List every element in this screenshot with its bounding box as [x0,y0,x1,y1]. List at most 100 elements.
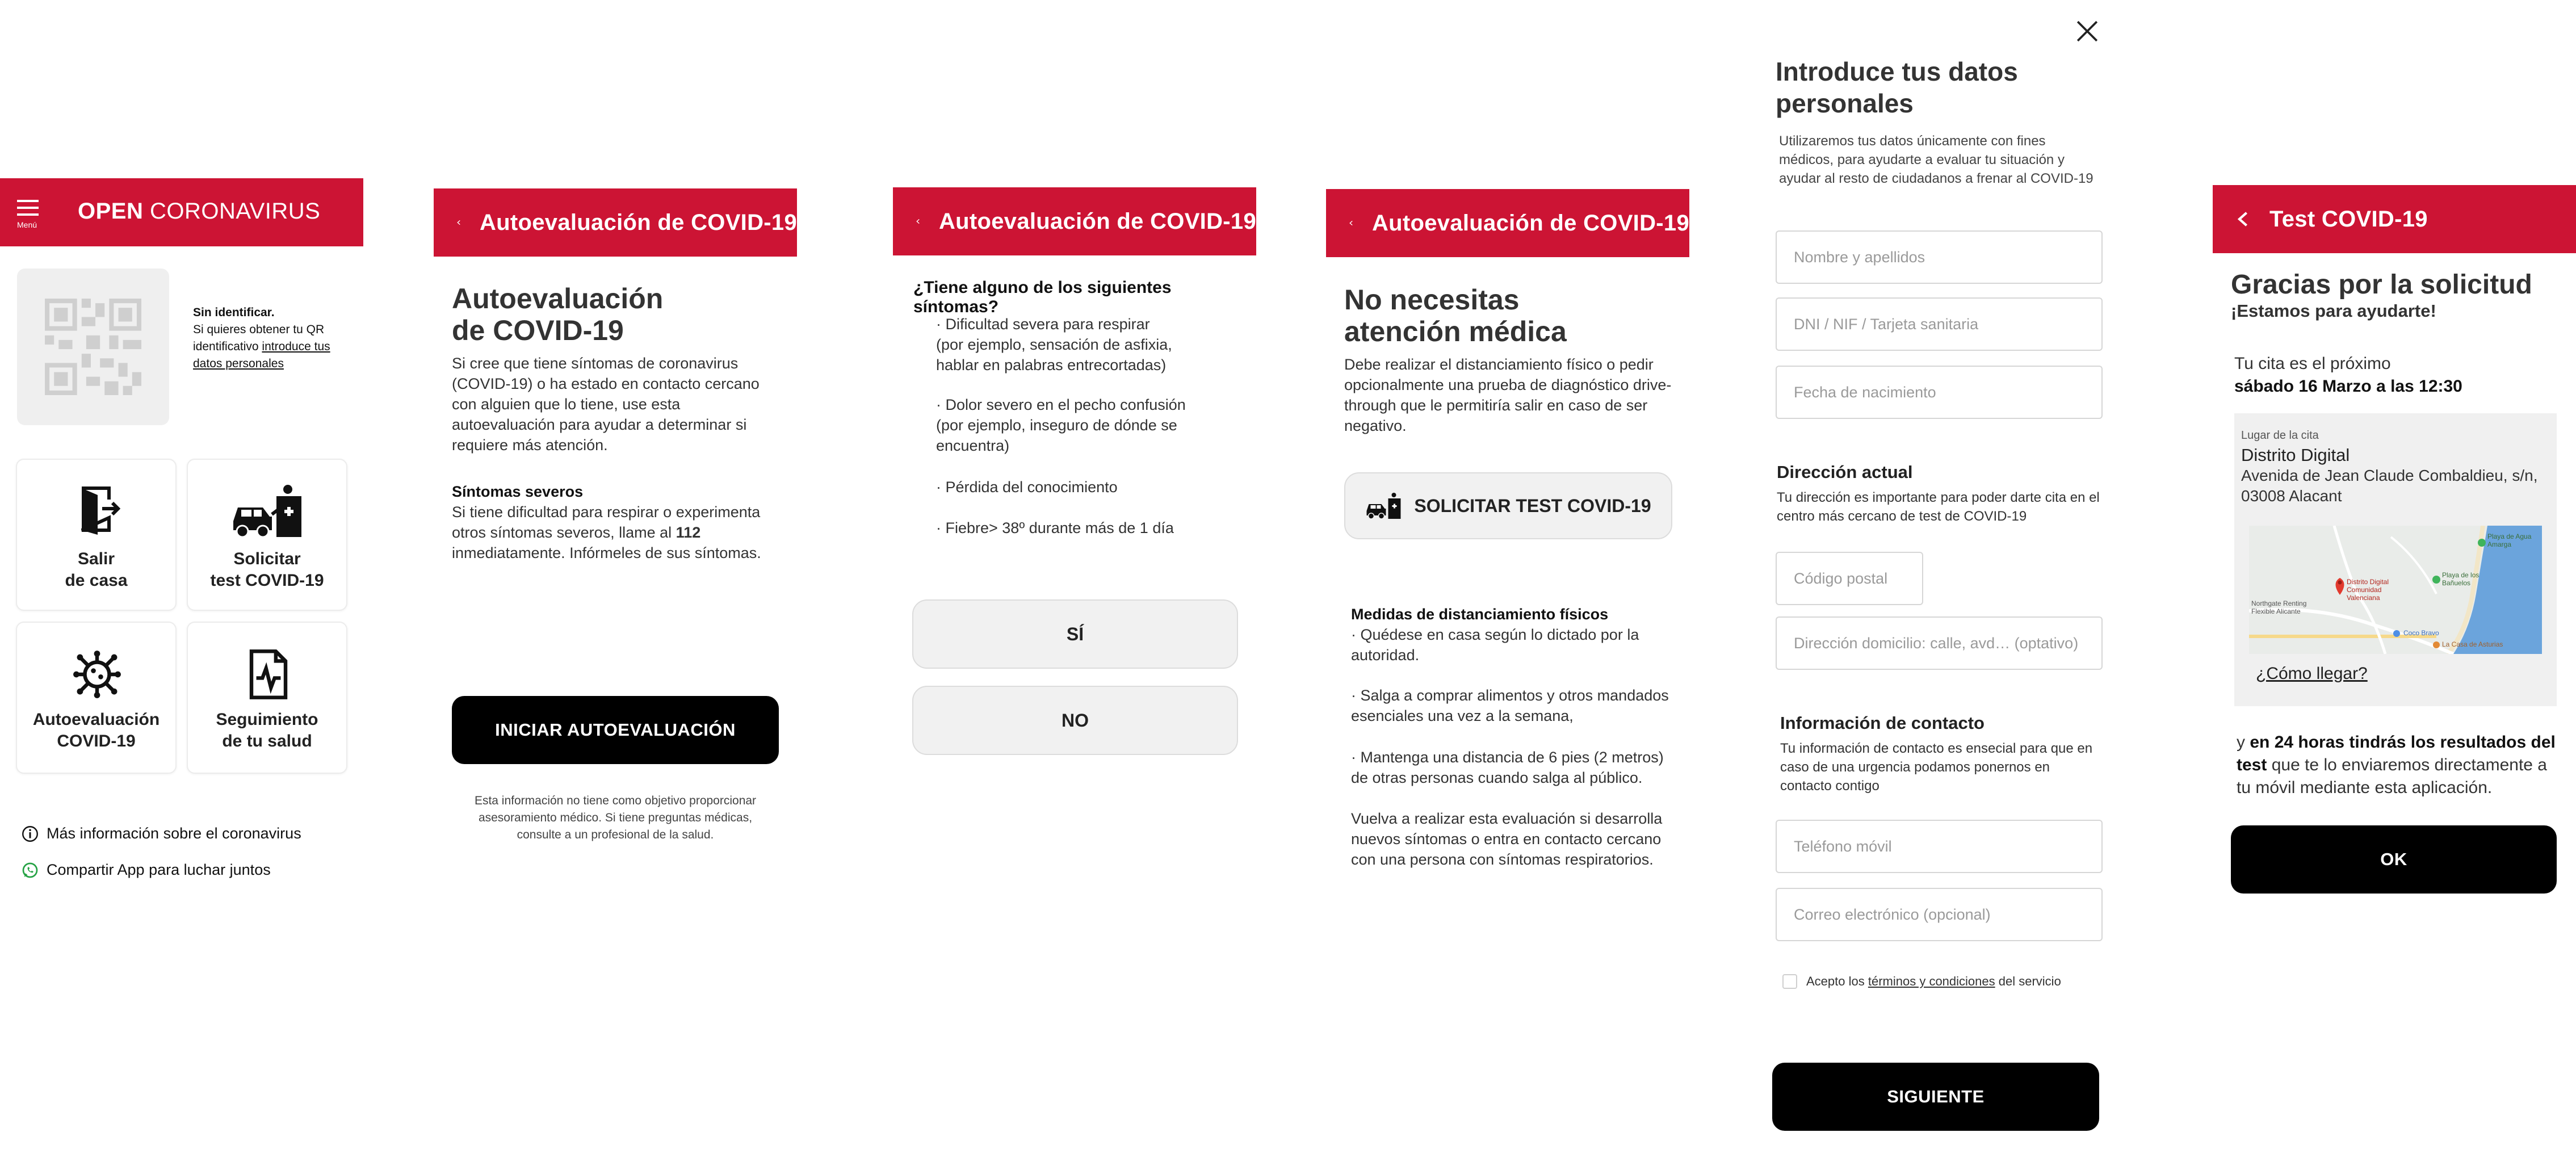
tile-request-test-label: Solicitar test COVID-19 [210,550,324,590]
qr-code-icon [45,299,141,395]
severe-text-1: Si tiene dificultad para respirar o expe… [452,504,761,541]
share-app-text: Compartir App para luchar juntos [47,861,271,878]
tile-leave-home-label: Salir de casa [65,550,128,590]
hamburger-icon [17,200,39,216]
qr-code-placeholder[interactable] [17,269,169,425]
symptom-item: · Dolor severo en el pecho confusión (po… [936,396,1186,454]
confirmation-app-bar: Test COVID-19 [2213,185,2576,253]
ok-button[interactable]: OK [2231,825,2557,894]
terms-row: Acepto los términos y condiciones del se… [1782,974,2061,989]
severe-text-2: inmediatamente. Infórmeles de sus síntom… [452,544,761,561]
place-name: Distrito Digital [2241,445,2350,465]
self-assessment-app-bar: Autoevaluación de COVID-19 [434,188,797,257]
map-label: Distrito Digital Comunidad Valenciana [2347,578,2389,602]
severe-symptoms-title: Síntomas severos [452,483,584,500]
qr-heading: Sin identificar. [193,306,275,319]
reassess-note: Vuelva a realizar esta evaluación si des… [1351,810,1663,868]
page-heading: No necesitas atención médica [1344,284,1567,347]
page-heading: Autoevaluación de COVID-19 [452,283,664,346]
more-info-text: Más información sobre el coronavirus [47,825,301,842]
thanks-subheading: ¡Estamos para ayudarte! [2231,301,2436,321]
intro-text: Utilizaremos tus datos únicamente con fi… [1779,133,2093,186]
tile-self-assessment[interactable]: Autoevaluación COVID-19 [16,622,177,774]
drive-through-test-icon [233,485,301,538]
no-medical-attention-screen: Autoevaluación de COVID-19 No necesitas … [1326,0,1689,1166]
address-section-title: Dirección actual [1777,462,1913,482]
symptoms-question-screen: Autoevaluación de COVID-19 ¿Tiene alguno… [893,0,1256,1166]
map-label: Northgate Renting Flexible Alicante [2251,599,2307,615]
share-app-link[interactable]: Compartir App para luchar juntos [22,861,271,879]
full-name-field[interactable] [1776,230,2103,284]
drive-through-test-icon [1366,493,1401,519]
app-title: OPEN CORONAVIRUS [78,199,320,224]
location-map[interactable]: Playa de Agua Amarga Distrito Digital Co… [2249,526,2542,654]
terms-link[interactable]: términos y condiciones [1868,974,1995,989]
distancing-measure: · Mantenga una distancia de 6 pies (2 me… [1351,749,1664,786]
medical-disclaimer: Esta información no tiene como objetivo … [474,794,757,841]
directions-link[interactable]: ¿Cómo llegar? [2256,664,2368,683]
personal-data-screen: Introduce tus datos personales Utilizare… [1760,0,2123,1166]
screen-title: Autoevaluación de COVID-19 [1371,210,1689,236]
screen-title: Autoevaluación de COVID-19 [479,209,797,235]
yes-button[interactable]: SÍ [912,599,1238,669]
start-assessment-button[interactable]: INICIAR AUTOEVALUACIÓN [452,696,779,764]
app-title-light: CORONAVIRUS [149,199,321,224]
back-arrow-icon[interactable] [456,215,462,230]
distancing-title: Medidas de distanciamiento físicos [1351,606,1609,623]
tile-leave-home[interactable]: Salir de casa [16,459,177,611]
place-address: Avenida de Jean Claude Combaldieu, s/n, … [2241,467,2538,505]
contact-section-title: Información de contacto [1780,713,1985,733]
terms-text-pre: Acepto los [1806,974,1865,988]
screen-title: Test COVID-19 [2269,206,2428,232]
mobile-phone-field[interactable] [1776,820,2103,873]
tile-health-tracking-label: Seguimiento de tu salud [216,710,318,750]
info-icon [22,825,38,842]
symptom-item: · Pérdida del conocimiento [936,479,1118,496]
menu-label: Menú [17,220,37,229]
appointment-place-card: Lugar de la cita Distrito Digital Avenid… [2234,413,2557,706]
health-tracking-icon [249,649,288,699]
back-arrow-icon[interactable] [2235,211,2251,227]
request-test-label: SOLICITAR TEST COVID-19 [1414,495,1651,516]
symptoms-question: ¿Tiene alguno de los siguientes síntomas… [913,278,1172,316]
results-info: y en 24 horas tindrás los resultados del… [2237,731,2557,799]
results-post: que te lo enviaremos directamente a tu m… [2237,756,2547,797]
symptom-item: · Fiebre> 38º durante más de 1 día [936,519,1174,536]
exit-door-icon [81,486,120,535]
terms-checkbox[interactable] [1782,974,1797,989]
screen-title: Autoevaluación de COVID-19 [938,208,1256,234]
page-heading: Introduce tus datos personales [1776,57,2018,118]
tile-health-tracking[interactable]: Seguimiento de tu salud [187,622,347,774]
home-app-bar: Menú OPEN CORONAVIRUS [0,178,363,246]
back-arrow-icon[interactable] [1349,215,1354,231]
no-button[interactable]: NO [912,686,1238,755]
intro-text: Si cree que tiene síntomas de coronaviru… [452,355,760,454]
address-section-text: Tu dirección es importante para poder da… [1777,490,2100,524]
birth-date-field[interactable] [1776,366,2103,419]
symptoms-app-bar: Autoevaluación de COVID-19 [893,187,1256,255]
tile-self-assessment-label: Autoevaluación COVID-19 [32,710,160,750]
app-title-bold: OPEN [78,199,144,224]
address-field[interactable] [1776,616,2103,670]
test-confirmation-screen: Test COVID-19 Gracias por la solicitud ¡… [2213,0,2576,1166]
next-button[interactable]: SIGUIENTE [1772,1063,2099,1131]
distancing-measure: · Quédese en casa según lo dictado por l… [1351,626,1639,664]
tile-request-test[interactable]: Solicitar test COVID-19 [187,459,347,611]
thanks-heading: Gracias por la solicitud [2231,270,2532,300]
back-arrow-icon[interactable] [916,213,921,229]
more-info-link[interactable]: Más información sobre el coronavirus [22,825,301,842]
request-test-button[interactable]: SOLICITAR TEST COVID-19 [1344,472,1672,539]
dni-field[interactable] [1776,297,2103,351]
email-field[interactable] [1776,888,2103,941]
contact-section-text: Tu información de contacto es ensecial p… [1780,741,2093,794]
appointment-intro: Tu cita es el próximo [2234,354,2391,373]
close-icon[interactable] [2075,19,2099,43]
postal-code-field[interactable] [1776,552,1923,605]
place-label: Lugar de la cita [2241,429,2319,442]
home-screen: Menú OPEN CORONAVIRUS Sin identificar. S… [0,0,363,1166]
severe-symptoms-text: Si tiene dificultad para respirar o expe… [452,502,781,563]
symptom-item: · Dificultad severa para respirar (por e… [936,316,1172,374]
virus-icon [73,651,121,698]
appointment-date: sábado 16 Marzo a las 12:30 [2234,377,2462,396]
menu-button[interactable]: Menú [17,200,42,234]
